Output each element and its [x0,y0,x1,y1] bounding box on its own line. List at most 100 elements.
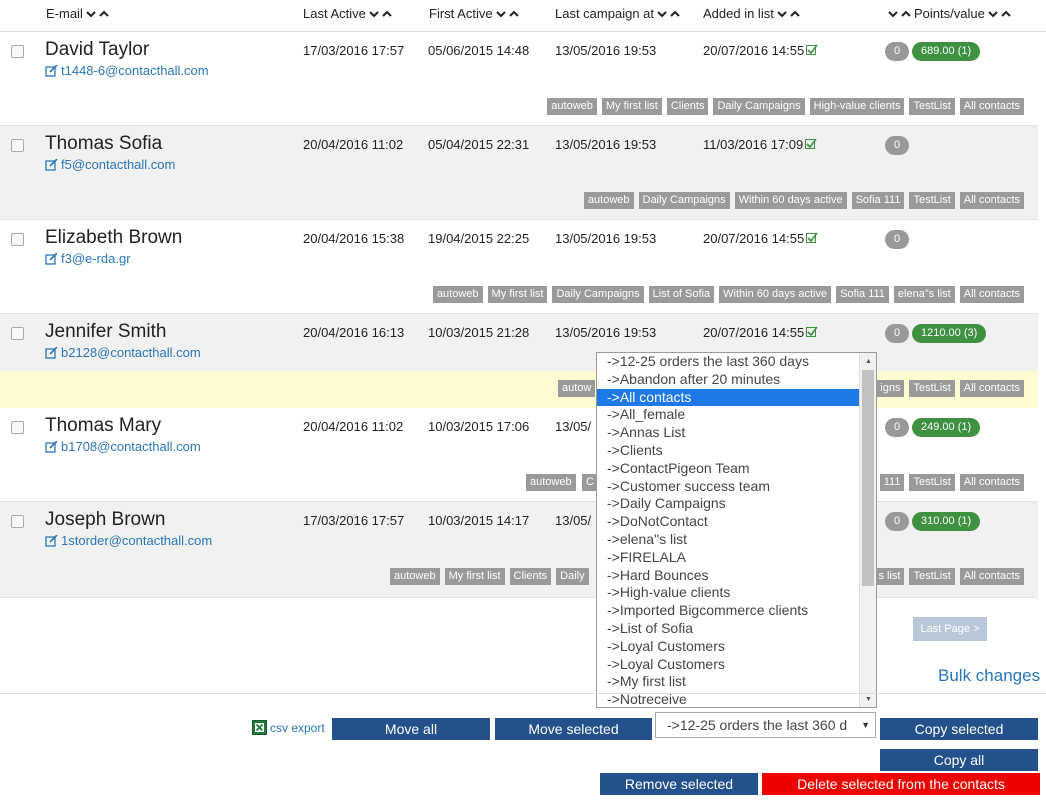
list-tag[interactable]: All contacts [959,192,1024,209]
sort-asc-icon[interactable] [670,9,680,19]
dropdown-option[interactable]: ->12-25 orders the last 360 days [597,353,859,371]
list-tag[interactable]: All contacts [959,380,1024,397]
dropdown-option[interactable]: ->My first list [597,673,859,691]
move-selected-button[interactable]: Move selected [495,718,652,740]
list-tag[interactable]: My first list [444,568,505,585]
contact-email-link[interactable]: b1708@contacthall.com [45,439,201,454]
row-checkbox[interactable] [11,327,24,340]
dropdown-option[interactable]: ->Loyal Customers [597,638,859,656]
list-tag[interactable]: List of Sofia [648,286,715,303]
dropdown-scrollbar[interactable]: ▲ ▼ [859,353,876,707]
row-checkbox[interactable] [11,233,24,246]
sort-desc-icon[interactable] [777,9,787,19]
csv-export-link[interactable]: csv export [252,720,325,735]
list-tag[interactable]: TestList [909,474,955,491]
list-tag[interactable]: All contacts [959,98,1024,115]
list-tag[interactable]: Clients [666,98,709,115]
list-tag[interactable]: autoweb [583,192,634,209]
list-tag[interactable]: Daily Campaigns [638,192,730,209]
sort-desc-icon[interactable] [988,9,998,19]
dropdown-option[interactable]: ->All_female [597,406,859,424]
sort-desc-icon[interactable] [495,9,506,19]
list-tag[interactable]: Within 60 days active [734,192,847,209]
contact-email[interactable]: b1708@contacthall.com [61,439,201,454]
row-checkbox[interactable] [11,421,24,434]
list-tag[interactable]: My first list [487,286,548,303]
list-tag[interactable]: All contacts [959,474,1024,491]
contact-email-link[interactable]: f3@e-rda.gr [45,251,131,266]
list-tag[interactable]: autoweb [547,98,597,115]
edit-icon[interactable] [45,158,58,171]
delete-selected-button[interactable]: Delete selected from the contacts [762,773,1040,795]
dropdown-option[interactable]: ->Imported Bigcommerce clients [597,602,859,620]
list-tag[interactable]: autoweb [432,286,483,303]
list-tag[interactable]: Daily Campaigns [713,98,805,115]
contact-email[interactable]: 1storder@contacthall.com [61,533,212,548]
list-tag[interactable]: TestList [909,98,955,115]
sort-desc-icon[interactable] [657,9,667,19]
dropdown-option[interactable]: ->High-value clients [597,584,859,602]
contact-email[interactable]: f3@e-rda.gr [61,251,131,266]
copy-all-button[interactable]: Copy all [880,749,1038,771]
move-all-button[interactable]: Move all [332,718,490,740]
edit-icon[interactable] [45,346,58,359]
dropdown-option-selected[interactable]: ->All contacts [597,388,859,407]
list-tag[interactable]: Clients [509,568,552,585]
row-checkbox[interactable] [11,515,24,528]
list-tag[interactable]: Sofia 111 [851,192,905,209]
list-tag[interactable]: 111 [879,474,905,491]
list-tag[interactable]: All contacts [959,286,1024,303]
list-tag[interactable]: autoweb [390,568,440,585]
list-tag[interactable]: Sofia 111 [836,286,889,303]
contact-email[interactable]: t1448-6@contacthall.com [61,63,209,78]
row-checkbox[interactable] [11,45,24,58]
dropdown-option[interactable]: ->Customer success team [597,478,859,496]
list-tag[interactable]: Daily [556,568,589,585]
dropdown-option[interactable]: ->elena"s list [597,531,859,549]
sort-asc-icon[interactable] [901,9,911,19]
dropdown-option[interactable]: ->Hard Bounces [597,567,859,585]
list-select-dropdown[interactable]: ->12-25 orders the last 360 days ->Aband… [596,352,877,708]
list-tag[interactable]: autow [558,380,596,397]
list-tag[interactable]: TestList [909,380,955,397]
last-page-button[interactable]: Last Page > [913,617,987,641]
list-tag[interactable]: igns [876,380,905,397]
sort-asc-icon[interactable] [508,9,519,19]
list-tag[interactable]: elena"s list [893,286,955,303]
list-tag[interactable]: My first list [601,98,662,115]
dropdown-option[interactable]: ->Annas List [597,424,859,442]
list-tag[interactable]: TestList [909,192,955,209]
dropdown-option[interactable]: ->Loyal Customers [597,656,859,674]
edit-icon[interactable] [45,440,58,453]
contact-email-link[interactable]: 1storder@contacthall.com [45,533,212,548]
scroll-up-icon[interactable]: ▲ [860,353,876,369]
edit-icon[interactable] [45,64,58,77]
sort-desc-icon[interactable] [369,9,379,19]
dropdown-option[interactable]: ->ContactPigeon Team [597,460,859,478]
list-tag[interactable]: autoweb [526,474,576,491]
dropdown-option[interactable]: ->FIRELALA [597,549,859,567]
sort-desc-icon[interactable] [86,9,96,19]
contact-email[interactable]: f5@contacthall.com [61,157,175,172]
sort-asc-icon[interactable] [99,9,109,19]
target-list-select[interactable]: ->12-25 orders the last 360 d ▼ [655,712,876,738]
contact-email-link[interactable]: f5@contacthall.com [45,157,175,172]
sort-asc-icon[interactable] [790,9,800,19]
list-tag[interactable]: Within 60 days active [719,286,832,303]
edit-icon[interactable] [45,534,58,547]
contact-email-link[interactable]: b2128@contacthall.com [45,345,201,360]
dropdown-option[interactable]: ->Abandon after 20 minutes [597,371,859,389]
list-tag[interactable]: TestList [909,568,955,585]
csv-export-label[interactable]: csv export [270,721,325,735]
remove-selected-button[interactable]: Remove selected [600,773,758,795]
sort-asc-icon[interactable] [1001,9,1011,19]
contact-email[interactable]: b2128@contacthall.com [61,345,201,360]
contact-email-link[interactable]: t1448-6@contacthall.com [45,63,209,78]
dropdown-option[interactable]: ->List of Sofia [597,620,859,638]
dropdown-option[interactable]: ->Clients [597,442,859,460]
list-tag[interactable]: s list [874,568,905,585]
list-tag[interactable]: All contacts [959,568,1024,585]
copy-selected-button[interactable]: Copy selected [880,718,1038,740]
scrollbar-thumb[interactable] [862,370,874,586]
list-tag[interactable]: High-value clients [809,98,905,115]
